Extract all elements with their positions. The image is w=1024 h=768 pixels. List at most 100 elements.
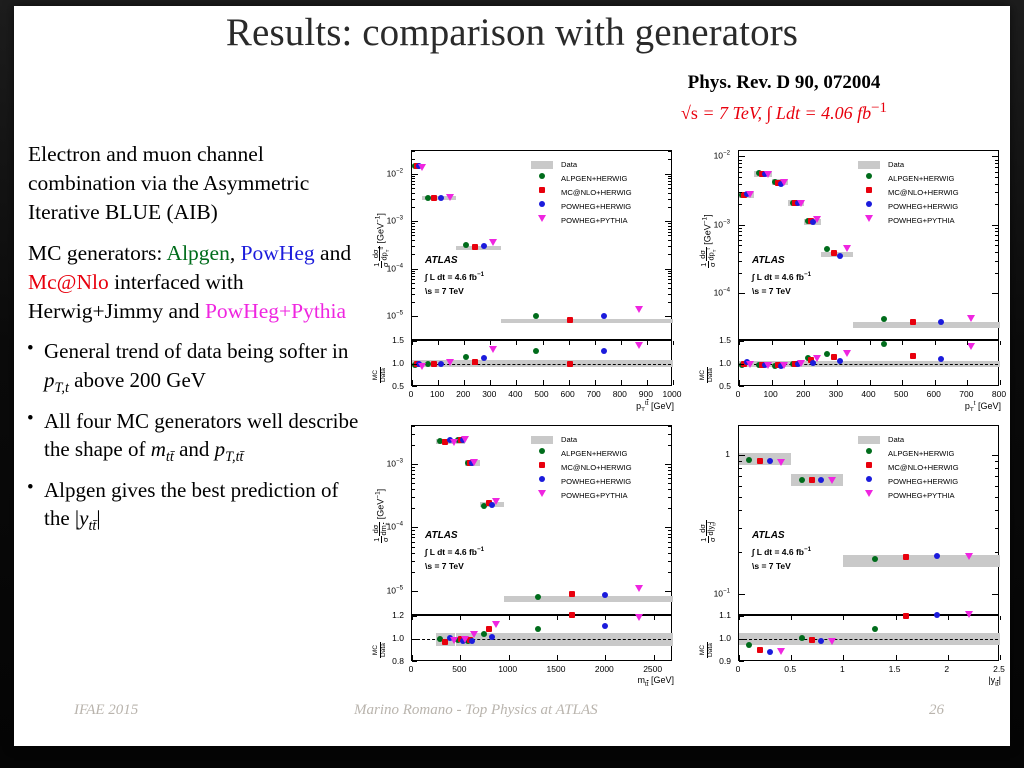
y-axis-tick bbox=[992, 454, 998, 456]
x-axis-tick bbox=[673, 380, 674, 385]
slide-canvas: Results: comparison with generators Phys… bbox=[14, 6, 1010, 746]
data-point-marker bbox=[796, 199, 805, 207]
y-axis-tick-label: 10−5 bbox=[386, 309, 403, 321]
data-point-marker bbox=[538, 215, 547, 222]
footer-author-topic: Marino Romano - Top Physics at ATLAS bbox=[354, 702, 598, 718]
data-point-marker bbox=[491, 621, 500, 629]
x-axis-tick-label: 100 bbox=[763, 389, 778, 399]
slide-frame: Results: comparison with generators Phys… bbox=[0, 0, 1024, 768]
x-axis-tick-label: 500 bbox=[452, 664, 467, 674]
y-axis-minor-tick bbox=[412, 287, 415, 289]
y-axis-tick bbox=[665, 527, 671, 529]
plot-pt-top: 0 100 200 300 400 500 600 700 800 10−4 10−3 10−2 0.5… bbox=[686, 136, 1010, 414]
data-point-marker bbox=[866, 476, 873, 482]
y-axis-tick-label: 10−3 bbox=[386, 457, 403, 469]
y-axis-minor-tick bbox=[668, 552, 671, 554]
y-axis-minor-tick bbox=[739, 192, 742, 194]
x-axis-tick bbox=[869, 341, 871, 345]
y-axis-minor-tick bbox=[668, 560, 671, 562]
y-axis-minor-tick bbox=[668, 246, 671, 247]
data-point-marker bbox=[534, 593, 541, 600]
bullet1-text-post: above 200 GeV bbox=[68, 367, 206, 392]
y-axis-minor-tick bbox=[412, 483, 415, 485]
x-axis-tick-label: 1.5 bbox=[888, 664, 901, 674]
y-axis-minor-tick bbox=[412, 270, 415, 272]
y-axis-minor-tick bbox=[668, 478, 671, 480]
x-axis-tick bbox=[804, 380, 806, 385]
x-axis-tick bbox=[653, 655, 655, 660]
x-axis-tick-label: 2500 bbox=[643, 664, 663, 674]
data-point-marker bbox=[964, 553, 973, 561]
x-axis-tick bbox=[490, 341, 492, 345]
data-point-marker bbox=[460, 435, 469, 443]
legend-label: POWHEG+HERWIG bbox=[561, 202, 632, 211]
integrated-luminosity: ∫ L dt = 4.6 fb−1 bbox=[425, 270, 484, 282]
y-axis-minor-tick bbox=[668, 254, 671, 256]
mc-generators-label: MC generators: bbox=[28, 240, 167, 265]
data-point-marker bbox=[827, 477, 836, 485]
x-axis-tick-label: 0.5 bbox=[784, 664, 797, 674]
ratio-y-tick bbox=[739, 386, 744, 387]
y-axis-minor-tick bbox=[412, 478, 415, 480]
ratio-y-axis-title: MC Data bbox=[699, 367, 714, 383]
data-point-marker bbox=[764, 362, 773, 370]
plot-y-ttbar: 0 0.5 1 1.5 2 2.5 10−1 1 0.9 1.0 1.1 Data ALPGEN+HER… bbox=[686, 411, 1010, 688]
x-axis-tick bbox=[1000, 616, 1001, 620]
y-axis-minor-tick bbox=[412, 276, 415, 278]
x-axis-tick-label: 2000 bbox=[594, 664, 614, 674]
x-axis-tick bbox=[771, 380, 773, 385]
atlas-label: ATLAS bbox=[425, 529, 458, 541]
legend-label: POWHEG+PYTHIA bbox=[888, 491, 955, 500]
y-axis-minor-tick bbox=[412, 426, 415, 427]
y-axis-minor-tick bbox=[739, 163, 742, 165]
data-band-swatch bbox=[858, 436, 881, 444]
y-axis-tick-label: 10−2 bbox=[713, 149, 730, 161]
y-axis-minor-tick bbox=[739, 171, 742, 173]
ratio-y-tick-label: 0.8 bbox=[392, 656, 404, 666]
y-axis-tick bbox=[665, 268, 671, 270]
x-axis-tick bbox=[791, 616, 793, 620]
data-point-marker bbox=[445, 194, 454, 202]
y-axis-minor-tick bbox=[739, 252, 742, 254]
y-axis-minor-tick bbox=[995, 177, 998, 178]
y-axis-minor-tick bbox=[739, 468, 742, 470]
data-point-marker bbox=[471, 358, 478, 365]
generator-alpgen: Alpgen bbox=[166, 240, 230, 265]
y-axis-minor-tick bbox=[668, 467, 671, 469]
journal-reference: Phys. Rev. D 90, 072004 bbox=[687, 72, 881, 93]
generator-mcnlo: Mc@Nlo bbox=[28, 269, 109, 294]
data-uncertainty-band bbox=[843, 554, 1000, 567]
sep-comma: , bbox=[229, 240, 241, 265]
x-axis-tick bbox=[542, 380, 544, 385]
y-axis-minor-tick bbox=[668, 192, 671, 194]
y-axis-minor-tick bbox=[739, 552, 742, 554]
ratio-y-tick-label: 1.1 bbox=[719, 610, 731, 620]
lumi-text: = 7 TeV, ∫ Ldt = 4.06 fb bbox=[697, 103, 872, 123]
data-point-marker bbox=[538, 490, 547, 497]
y-axis-minor-tick bbox=[412, 301, 415, 303]
data-point-marker bbox=[827, 638, 836, 646]
y-axis-minor-tick bbox=[668, 541, 671, 543]
data-point-marker bbox=[470, 458, 479, 466]
data-point-marker bbox=[602, 623, 609, 630]
data-point-marker bbox=[865, 490, 874, 497]
x-axis-tick bbox=[460, 655, 462, 660]
y-axis-minor-tick bbox=[668, 279, 671, 281]
data-point-marker bbox=[964, 610, 973, 618]
center-of-mass-energy: \s = 7 TeV bbox=[425, 286, 464, 297]
legend-label: ALPGEN+HERWIG bbox=[561, 174, 628, 183]
x-axis-tick bbox=[460, 616, 462, 620]
ratio-y-tick-label: 1.0 bbox=[392, 633, 404, 643]
y-axis-minor-tick bbox=[668, 181, 671, 183]
data-point-marker bbox=[745, 361, 754, 368]
legend-label: ALPGEN+HERWIG bbox=[888, 449, 955, 458]
x-axis-tick bbox=[902, 380, 904, 385]
y-axis-tick bbox=[665, 590, 671, 592]
y-axis-minor-tick bbox=[412, 175, 415, 177]
data-point-marker bbox=[880, 315, 887, 322]
y-axis-minor-tick bbox=[412, 187, 415, 189]
y-axis-minor-tick bbox=[412, 546, 415, 548]
y-axis-minor-tick bbox=[995, 460, 998, 462]
x-axis-tick-label: 700 bbox=[586, 389, 601, 399]
ratio-y-tick bbox=[739, 639, 744, 640]
